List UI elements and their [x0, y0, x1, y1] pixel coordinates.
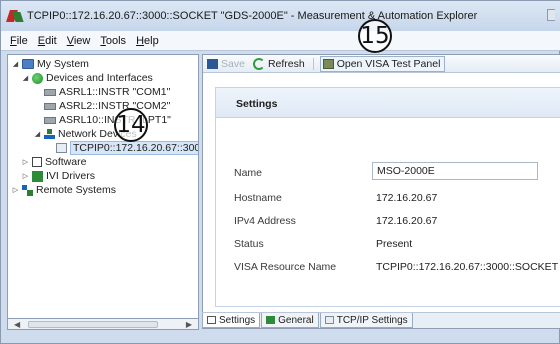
tree-horizontal-scrollbar[interactable]: ◀ ▶ [7, 318, 199, 330]
visa-resource-value: TCPIP0::172.16.20.67::3000::SOCKET [376, 261, 559, 273]
save-icon [207, 58, 218, 69]
remote-systems-icon [22, 184, 33, 196]
details-pane: Save Refresh Open VISA Test Panel Settin… [202, 54, 560, 329]
serial-port-icon [44, 102, 56, 110]
tree-item-asrl2[interactable]: ASRL2::INSTR "COM2" [44, 99, 170, 113]
callout-14: 14 [114, 108, 148, 142]
scrollbar-thumb[interactable] [28, 321, 158, 328]
expand-arrow-icon[interactable]: ▷ [11, 186, 20, 194]
status-value: Present [376, 238, 413, 250]
settings-title: Settings [236, 98, 278, 110]
serial-port-icon [44, 88, 56, 96]
menu-edit[interactable]: Edit [33, 35, 62, 47]
expand-arrow-icon[interactable]: ▷ [21, 172, 30, 180]
parallel-port-icon [44, 116, 56, 124]
visa-resource-label: VISA Resource Name [234, 261, 337, 273]
tree-item-software[interactable]: ▷ Software [21, 155, 87, 169]
computer-icon [22, 59, 34, 69]
status-label: Status [234, 238, 264, 250]
tree-item-asrl1[interactable]: ASRL1::INSTR "COM1" [44, 85, 170, 99]
hostname-label: Hostname [234, 192, 282, 204]
tcpip-tab-icon [324, 316, 334, 324]
bottom-tabs: Settings General TCP/IP Settings [202, 312, 560, 328]
expand-arrow-icon[interactable]: ▷ [21, 158, 30, 166]
tree-item-tcpip[interactable]: TCPIP0::172.16.20.67::3000::SOCKET [56, 141, 198, 155]
app-window: TCPIP0::172.16.20.67::3000::SOCKET "GDS-… [0, 0, 560, 344]
settings-tab-icon [207, 316, 216, 324]
tree-item-remote-systems[interactable]: ▷ Remote Systems [11, 183, 116, 197]
menu-help[interactable]: Help [131, 35, 164, 47]
callout-15: 15 [358, 19, 392, 53]
refresh-icon [252, 57, 265, 70]
hostname-value: 172.16.20.67 [376, 192, 438, 204]
window-control[interactable] [547, 9, 555, 21]
scroll-left-icon[interactable]: ◀ [14, 320, 20, 329]
tree-item-devices[interactable]: ◢ Devices and Interfaces [21, 71, 153, 85]
open-visa-test-panel-button[interactable]: Open VISA Test Panel [319, 55, 446, 72]
tab-general[interactable]: General [261, 313, 319, 328]
menu-tools[interactable]: Tools [95, 35, 131, 47]
toolbar: Save Refresh Open VISA Test Panel [203, 55, 560, 73]
tcpip-device-icon [56, 143, 67, 153]
tree-item-asrl10[interactable]: ASRL10::INSTR "LPT1" [44, 113, 171, 127]
software-icon [32, 157, 42, 167]
tree-item-ivi-drivers[interactable]: ▷ IVI Drivers [21, 169, 95, 183]
mae-app-icon [6, 8, 24, 24]
menu-file[interactable]: File [5, 35, 33, 47]
tree-item-my-system[interactable]: ◢ My System [11, 57, 89, 71]
network-icon [44, 128, 55, 140]
scroll-right-icon[interactable]: ▶ [186, 320, 192, 329]
name-label: Name [234, 167, 263, 179]
collapse-arrow-icon[interactable]: ◢ [33, 130, 42, 138]
tab-settings[interactable]: Settings [202, 313, 261, 328]
save-button[interactable]: Save [207, 58, 245, 70]
ipv4-label: IPv4 Address [234, 215, 296, 227]
name-field[interactable] [372, 162, 538, 180]
ipv4-value: 172.16.20.67 [376, 215, 438, 227]
configuration-tree: ◢ My System ◢ Devices and Interfaces ASR… [7, 54, 199, 321]
window-title: TCPIP0::172.16.20.67::3000::SOCKET "GDS-… [27, 10, 478, 22]
menu-bar: File Edit View Tools Help [1, 31, 560, 51]
collapse-arrow-icon[interactable]: ◢ [21, 74, 30, 82]
tab-tcpip-settings[interactable]: TCP/IP Settings [319, 313, 413, 328]
ivi-drivers-icon [32, 170, 43, 182]
devices-icon [32, 72, 43, 84]
title-bar: TCPIP0::172.16.20.67::3000::SOCKET "GDS-… [1, 1, 560, 31]
menu-view[interactable]: View [62, 35, 96, 47]
collapse-arrow-icon[interactable]: ◢ [11, 60, 20, 68]
settings-panel: Settings Name Hostname 172.16.20.67 IPv4… [215, 87, 560, 307]
general-tab-icon [266, 316, 276, 324]
refresh-button[interactable]: Refresh [252, 57, 305, 70]
visa-panel-icon [322, 58, 334, 69]
toolbar-separator [312, 57, 314, 70]
settings-header: Settings [216, 88, 560, 118]
